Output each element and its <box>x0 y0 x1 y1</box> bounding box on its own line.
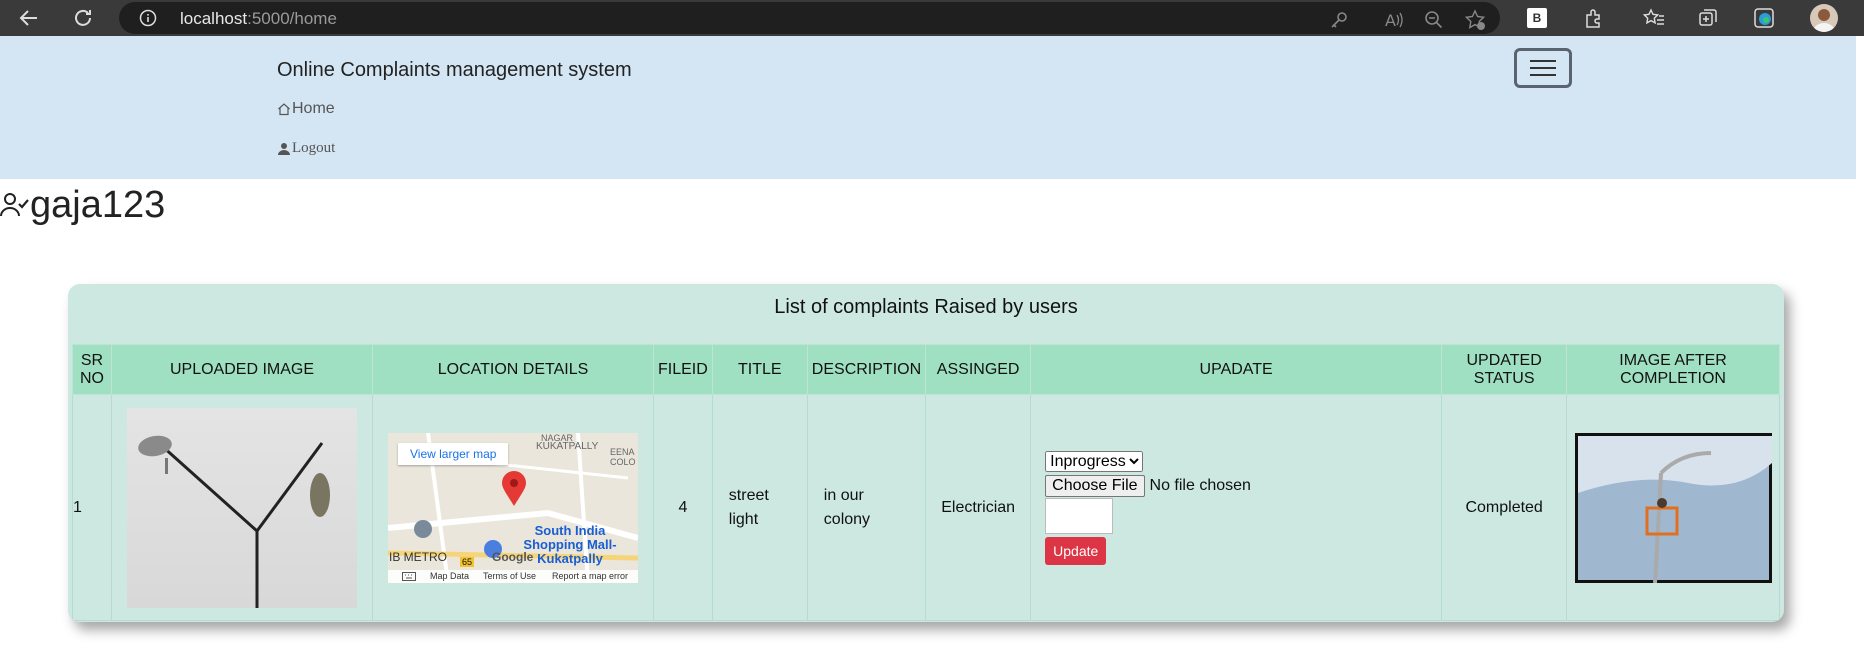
map-data-link[interactable]: Map Data <box>430 571 469 581</box>
url-text[interactable]: localhost:5000/home <box>180 9 337 29</box>
col-update: UPADATE <box>1030 344 1443 395</box>
browser-toolbar: localhost:5000/home A B <box>0 0 1864 36</box>
col-title: TITLE <box>711 344 808 395</box>
col-image-after-completion: IMAGE AFTER COMPLETION <box>1566 344 1780 395</box>
cell-updated-status: Completed <box>1441 394 1568 621</box>
cell-image-after-completion <box>1566 394 1780 621</box>
svg-text:A: A <box>1385 11 1396 30</box>
update-form: Inprogress Choose File No file chosen Up… <box>1031 450 1441 565</box>
col-location-details: LOCATION DETAILS <box>372 344 654 395</box>
cell-fileid: 4 <box>653 394 713 621</box>
street-light-image <box>138 435 330 608</box>
map-road-badge: 65 <box>460 556 475 567</box>
completion-photo <box>1574 432 1772 583</box>
profile-photo-icon <box>1813 9 1835 32</box>
username-text: gaja123 <box>30 184 166 226</box>
cell-description: in our colony <box>806 394 927 621</box>
col-assigned: ASSINGED <box>925 344 1032 395</box>
reload-icon[interactable] <box>71 6 95 30</box>
location-map[interactable]: View larger map KUKATPALLY NAGAR EENA CO… <box>388 432 638 583</box>
info-icon[interactable] <box>139 9 157 27</box>
complaints-table: SR NO UPLOADED IMAGE LOCATION DETAILS FI… <box>72 344 1780 621</box>
view-larger-map-link[interactable]: View larger map <box>398 442 509 465</box>
cell-uploaded-image <box>111 394 373 621</box>
col-description: DESCRIPTION <box>806 344 927 395</box>
completion-image <box>1577 435 1772 583</box>
collections-icon[interactable] <box>1697 7 1719 29</box>
profile-avatar[interactable] <box>1810 4 1838 32</box>
col-sr-no: SR NO <box>72 344 112 395</box>
keyboard-icon[interactable] <box>402 571 416 581</box>
file-input[interactable]: Choose File No file chosen <box>1045 474 1441 497</box>
map-metro-label: IB METRO <box>389 549 448 564</box>
favorites-icon[interactable] <box>1643 7 1665 29</box>
site-header: Online Complaints management system Home… <box>0 36 1856 179</box>
cell-sr-no: 1 <box>72 394 112 621</box>
bitwarden-extension-icon[interactable]: B <box>1527 8 1547 28</box>
person-check-icon <box>0 192 29 216</box>
url-host: localhost <box>180 9 248 28</box>
complaints-card: List of complaints Raised by users SR NO… <box>68 284 1784 622</box>
nav-home-label: Home <box>292 100 335 117</box>
choose-file-button[interactable]: Choose File <box>1045 474 1145 497</box>
person-icon <box>278 142 290 155</box>
extensions-icon[interactable] <box>1583 7 1605 29</box>
nav-logout-label: Logout <box>292 140 336 156</box>
col-uploaded-image: UPLOADED IMAGE <box>111 344 373 395</box>
table-header-row: SR NO UPLOADED IMAGE LOCATION DETAILS FI… <box>72 344 1780 395</box>
cell-assigned: Electrician <box>925 394 1032 621</box>
col-fileid: FILEID <box>653 344 713 395</box>
favorite-add-icon[interactable] <box>1464 9 1486 31</box>
address-bar[interactable]: localhost:5000/home A <box>119 2 1500 34</box>
read-aloud-icon[interactable]: A <box>1383 9 1405 31</box>
google-logo: Google <box>492 549 534 564</box>
zoom-out-icon[interactable] <box>1423 9 1445 31</box>
map-terms-link[interactable]: Terms of Use <box>483 571 536 581</box>
map-area-label-2: NAGAR <box>541 432 574 443</box>
back-arrow-icon[interactable] <box>17 6 41 30</box>
navbar-toggler-button[interactable] <box>1514 48 1572 88</box>
map-area-label-3: EENA <box>610 446 635 457</box>
update-button[interactable]: Update <box>1045 536 1107 565</box>
key-icon[interactable] <box>1328 9 1350 31</box>
edge-copilot-icon[interactable] <box>1753 7 1775 29</box>
house-icon <box>278 103 290 116</box>
cell-location: View larger map KUKATPALLY NAGAR EENA CO… <box>372 394 654 621</box>
url-path: :5000/home <box>247 9 337 28</box>
remarks-input[interactable] <box>1045 497 1114 534</box>
user-greeting: gaja123 <box>0 184 165 227</box>
col-updated-status: UPDATED STATUS <box>1441 344 1568 395</box>
map-footer: Map Data Terms of Use Report a map error <box>388 569 638 583</box>
street-light-photo <box>127 407 357 608</box>
no-file-text: No file chosen <box>1149 476 1251 494</box>
cell-title: street light <box>711 394 808 621</box>
nav-home-link[interactable]: Home <box>277 100 335 118</box>
map-pin-icon[interactable] <box>501 470 527 507</box>
description-text: in our colony <box>823 486 871 528</box>
map-area-label-4: COLO <box>610 456 636 467</box>
hamburger-menu-icon <box>1530 60 1556 62</box>
title-text: street light <box>728 486 769 528</box>
status-select[interactable]: Inprogress <box>1045 450 1144 472</box>
complaints-title: List of complaints Raised by users <box>774 296 1078 318</box>
map-report-link[interactable]: Report a map error <box>552 571 628 581</box>
site-brand[interactable]: Online Complaints management system <box>277 59 632 82</box>
cell-update: Inprogress Choose File No file chosen Up… <box>1030 394 1443 621</box>
nav-logout-link[interactable]: Logout <box>277 140 335 157</box>
table-row: 1 View larger map KUKATPALLY NAGAR EENA … <box>72 394 1780 621</box>
